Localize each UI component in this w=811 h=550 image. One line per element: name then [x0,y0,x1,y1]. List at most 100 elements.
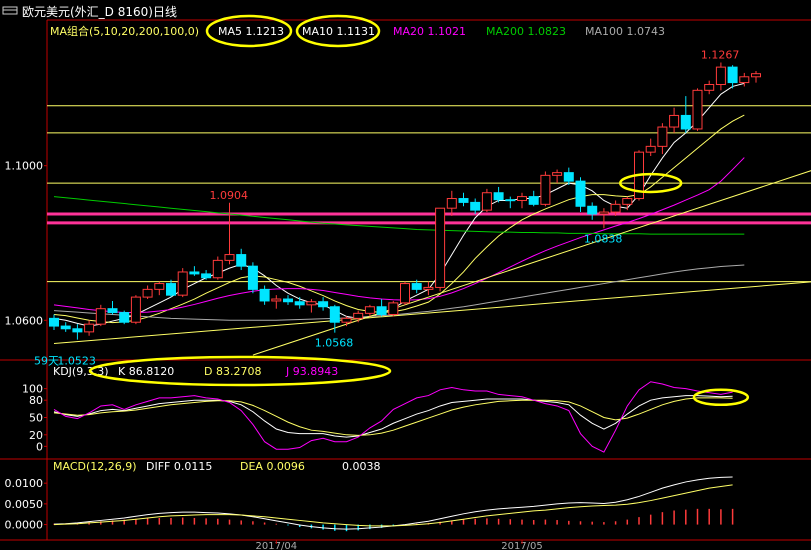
ma10-value: MA10 1.1131 [302,25,375,38]
candle-body-39 [505,199,516,202]
candle-body-33 [435,207,446,288]
candle-body-25 [341,317,352,323]
candle-body-54 [680,114,691,130]
kdj-highlight-circle-0 [692,388,750,407]
candle-body-52 [657,126,668,147]
candle-body-42 [540,174,551,205]
candle-body-19 [271,298,282,302]
candle-body-7 [130,296,141,323]
price-annotation-2: 1.0838 [584,232,623,245]
candle-body-31 [411,283,422,290]
candle-body-2 [72,328,83,333]
candle-body-21 [294,301,305,306]
kdj-d-line [53,397,733,436]
kdj-y-tick-1: 80 [29,394,43,407]
candle-body-20 [283,298,293,303]
candle-body-35 [458,198,469,203]
candle-body-41 [528,196,539,205]
candle-body-45 [575,180,586,207]
highlight-circles [619,172,750,407]
candle-body-15 [224,254,235,261]
ma100-line [53,264,745,321]
candle-body-17 [247,265,258,290]
candle-body-59 [739,76,750,84]
candle-body-53 [669,114,680,128]
candle-body-36 [470,201,481,211]
candle-body-40 [517,196,527,201]
candle-body-28 [376,306,387,315]
chart-title: 欧元美元(外汇_D 8160)日线 [22,5,177,19]
candle-body-18 [259,288,270,302]
candle-body-37 [481,192,492,211]
candle-body-38 [493,192,504,201]
kdj-y-tick-2: 50 [29,412,43,425]
candle-body-22 [306,301,317,306]
kdj-lines [53,381,733,453]
candle-body-29 [388,302,399,315]
main-y-tick-1: 1.0600 [5,314,44,327]
candle-body-60 [751,73,761,78]
price-annotation-3: 1.1267 [701,48,740,61]
candle-body-9 [154,283,165,290]
ma100-value: MA100 1.0743 [585,25,665,38]
kdj-k-value: K 86.8120 [118,365,174,378]
kdj-y-tick-4: 0 [36,440,43,453]
macd-dea-value: DEA 0.0096 [240,460,305,473]
ma10-line [53,114,745,324]
kdj-j-value: J 93.8943 [285,365,338,378]
candle-body-10 [166,283,176,296]
candle-body-57 [715,66,726,86]
title-bar: 欧元美元(外汇_D 8160)日线 [2,5,177,19]
candle-body-11 [177,271,188,296]
kdj-d-value: D 83.2708 [204,365,261,378]
trendlines [53,170,811,356]
candle-body-0 [49,317,59,327]
candle-body-6 [119,312,130,323]
ma-group-label: MA组合(5,10,20,200,100,0) [50,24,199,38]
candle-body-48 [610,203,621,213]
candle-body-58 [727,66,738,84]
macd-diff-line [53,476,733,530]
candle-body-8 [142,288,153,298]
candle-body-16 [236,254,247,267]
candle-body-47 [598,211,609,215]
candle-body-32 [423,286,434,290]
candle-body-4 [95,308,106,325]
macd-hist-value: 0.0038 [342,460,381,473]
ma5-value: MA5 1.1213 [218,25,284,38]
candle-body-30 [400,283,410,304]
candle-body-1 [60,325,71,330]
candle-body-24 [329,306,340,323]
macd-y-tick-1: 0.0050 [5,498,44,511]
macd-label: MACD(12,26,9) [53,460,137,473]
ma20-value: MA20 1.1021 [393,25,466,38]
macd-dea-line [53,484,733,527]
macd-y-tick-0: 0.0100 [5,477,44,490]
candle-body-12 [189,271,200,275]
macd-lines [53,476,733,530]
forex-chart[interactable]: 1.09041.05681.08381.126759天1.0523 1.1000… [0,0,811,550]
price-annotation-0: 1.0904 [210,189,249,202]
candle-body-3 [84,323,95,333]
candle-body-27 [364,306,375,314]
horizontal-lines [47,105,811,283]
candles[interactable] [49,62,761,340]
candle-body-49 [622,198,633,205]
candle-body-51 [645,145,656,153]
main-y-tick-0: 1.1000 [5,160,44,173]
candle-body-43 [552,172,563,176]
candle-body-46 [587,205,598,215]
candle-body-23 [318,301,329,308]
candle-body-34 [446,198,457,209]
candle-body-55 [692,89,703,130]
candle-body-5 [107,308,118,314]
candle-body-26 [353,312,364,319]
macd-y-tick-2: 0.0000 [5,519,44,532]
ma200-value: MA200 1.0823 [486,25,566,38]
candle-body-13 [201,273,212,279]
macd-diff-value: DIFF 0.0115 [146,460,212,473]
candle-body-56 [704,84,715,91]
candle-body-44 [563,172,574,182]
macd-histogram [53,508,734,532]
candle-body-14 [212,259,223,279]
